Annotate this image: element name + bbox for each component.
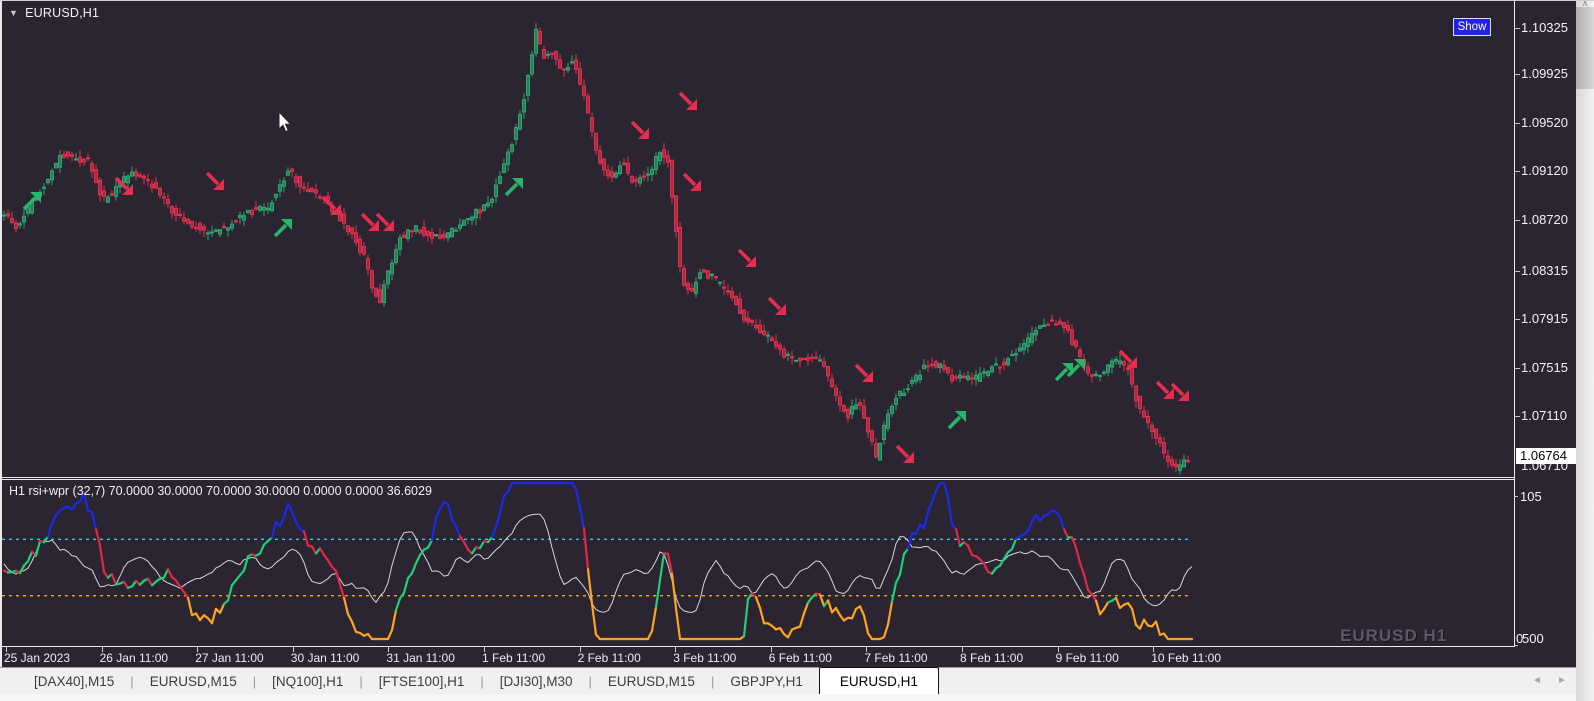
sell-signal-arrow-icon: [767, 296, 786, 315]
indicator-scale-tick: [1514, 645, 1518, 646]
mt-terminal-window: ▼ EURUSD,H1 Show 1.10325 1.09925 1.09520 1.0…: [0, 0, 1594, 701]
buy-signal-arrow-icon: [273, 219, 292, 238]
price-tick-label: 1.09520: [1521, 115, 1568, 130]
price-tick-label: 1.08720: [1521, 212, 1568, 227]
chart-tab[interactable]: [DAX40],M15: [18, 668, 130, 694]
scrollbar-thumb[interactable]: [1576, 7, 1594, 89]
price-tick: [1515, 171, 1520, 172]
chart-window: ▼ EURUSD,H1 Show 1.10325 1.09925 1.09520 1.0…: [0, 1, 1576, 667]
indicator-label: H1 rsi+wpr (32,7) 70.0000 30.0000 70.000…: [9, 484, 432, 498]
price-tick-label: 1.10325: [1521, 20, 1568, 35]
price-tick-label: 1.09925: [1521, 66, 1568, 81]
buy-signal-arrow-icon: [504, 178, 523, 197]
indicator-scale-tick: [1514, 496, 1518, 497]
time-tick-label: 3 Feb 11:00: [673, 651, 737, 665]
price-tick: [1515, 123, 1520, 124]
chart-tab[interactable]: EURUSD,M15: [134, 668, 253, 694]
time-tick-label: 25 Jan 2023: [4, 651, 71, 665]
tab-scroll-right-icon[interactable]: ►: [1557, 675, 1567, 686]
window-bottom-strip: [0, 694, 1576, 701]
time-tick-label: 30 Jan 11:00: [290, 651, 360, 665]
collapse-triangle-icon[interactable]: ▼: [9, 8, 18, 18]
sell-signal-arrow-icon: [630, 120, 649, 139]
chart-tab-bar: [DAX40],M15 | EURUSD,M15 | [NQ100],H1 | [FTSE1…: [0, 667, 1576, 694]
price-tick: [1515, 319, 1520, 320]
price-tick: [1515, 28, 1520, 29]
sell-signal-arrow-icon: [854, 363, 873, 382]
sell-signal-arrow-icon: [205, 171, 224, 190]
buy-signal-arrow-icon: [947, 411, 966, 430]
price-tick: [1515, 416, 1520, 417]
pane-separator-line[interactable]: [2, 477, 1514, 478]
mouse-cursor: [278, 111, 292, 133]
chart-symbol-label: ▼ EURUSD,H1: [9, 6, 99, 20]
current-price-box: 1.06764: [1516, 448, 1576, 464]
sell-signal-arrow-icon: [360, 212, 379, 231]
time-tick-label: 8 Feb 11:00: [960, 651, 1024, 665]
time-tick-label: 26 Jan 11:00: [99, 651, 169, 665]
vertical-scrollbar[interactable]: ∧: [1576, 1, 1594, 701]
tab-scroll-left-icon[interactable]: ◄: [1532, 675, 1542, 686]
price-tick-label: 1.08315: [1521, 263, 1568, 278]
sell-signal-arrow-icon: [678, 91, 697, 110]
price-tick-label: 1.07515: [1521, 360, 1568, 375]
sell-signal-arrow-icon: [1155, 380, 1174, 399]
symbol-period-text: EURUSD,H1: [25, 6, 100, 20]
price-tick-label: 1.07110: [1521, 408, 1568, 423]
time-tick-label: 27 Jan 11:00: [195, 651, 264, 665]
chart-watermark: EURUSD H1: [1340, 626, 1448, 645]
sell-signal-arrow-icon: [1170, 382, 1189, 401]
indicator-scale-top: 105: [1520, 489, 1542, 504]
time-tick-label: 9 Feb 11:00: [1055, 651, 1119, 665]
time-tick-label: 6 Feb 11:00: [768, 651, 832, 665]
chart-tab[interactable]: [DJI30],M30: [484, 668, 589, 694]
time-tick-label: 2 Feb 11:00: [577, 651, 641, 665]
chart-tab-active[interactable]: EURUSD,H1: [818, 667, 939, 694]
time-tick-label: 31 Jan 11:00: [386, 651, 455, 665]
price-tick-label: 1.09120: [1521, 163, 1568, 178]
price-tick: [1515, 74, 1520, 75]
time-tick-label: 1 Feb 11:00: [482, 651, 546, 665]
price-tick: [1515, 271, 1520, 272]
time-axis[interactable]: 25 Jan 2023 26 Jan 11:00 27 Jan 11:00 30 Ja…: [2, 647, 1578, 667]
time-tick-label: 10 Feb 11:00: [1151, 651, 1222, 665]
price-tick: [1515, 220, 1520, 221]
price-scale-divider: [1514, 1, 1515, 647]
indicator-pane-canvas[interactable]: [2, 480, 1514, 646]
main-chart-canvas[interactable]: [2, 1, 1514, 477]
chart-tab[interactable]: GBPJPY,H1: [714, 668, 819, 694]
sell-signal-arrow-icon: [737, 248, 756, 267]
chart-tab[interactable]: [FTSE100],H1: [363, 668, 481, 694]
time-tick-label: 7 Feb 11:00: [864, 651, 928, 665]
sell-signal-arrow-icon: [682, 172, 701, 191]
chart-tab[interactable]: [NQ100],H1: [256, 668, 359, 694]
show-button[interactable]: Show: [1453, 18, 1491, 36]
price-tick-label: 1.07915: [1521, 311, 1568, 326]
sell-signal-arrow-icon: [375, 212, 394, 231]
chart-tab[interactable]: EURUSD,M15: [592, 668, 711, 694]
sell-signal-arrow-icon: [895, 444, 914, 463]
indicator-scale-overlap: 500: [1522, 631, 1544, 646]
chart-tabs: [DAX40],M15 | EURUSD,M15 | [NQ100],H1 | [FTSE1…: [0, 667, 939, 694]
price-tick: [1515, 368, 1520, 369]
